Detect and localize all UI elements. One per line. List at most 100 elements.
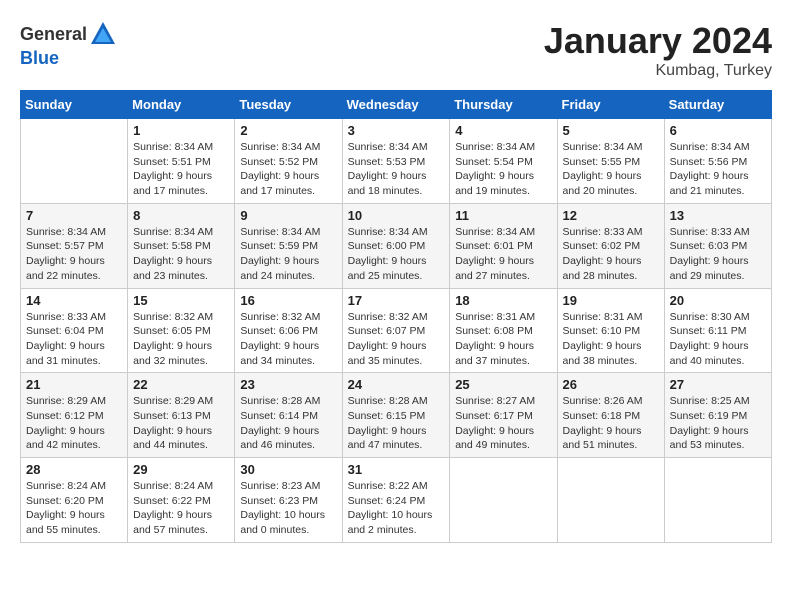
day-number: 18	[455, 293, 551, 308]
calendar-cell: 3 Sunrise: 8:34 AMSunset: 5:53 PMDaylight…	[342, 119, 450, 204]
cell-info: Sunrise: 8:29 AMSunset: 6:12 PMDaylight:…	[26, 394, 122, 453]
calendar-cell: 18 Sunrise: 8:31 AMSunset: 6:08 PMDayligh…	[450, 288, 557, 373]
cell-info: Sunrise: 8:31 AMSunset: 6:10 PMDaylight:…	[563, 310, 659, 369]
cell-info: Sunrise: 8:33 AMSunset: 6:03 PMDaylight:…	[670, 225, 766, 284]
day-number: 28	[26, 462, 122, 477]
day-number: 31	[348, 462, 445, 477]
cell-info: Sunrise: 8:34 AMSunset: 6:00 PMDaylight:…	[348, 225, 445, 284]
day-number: 7	[26, 208, 122, 223]
calendar-cell: 28 Sunrise: 8:24 AMSunset: 6:20 PMDayligh…	[21, 458, 128, 543]
day-number: 8	[133, 208, 229, 223]
day-number: 30	[240, 462, 336, 477]
calendar-cell: 15 Sunrise: 8:32 AMSunset: 6:05 PMDayligh…	[128, 288, 235, 373]
cell-info: Sunrise: 8:34 AMSunset: 5:54 PMDaylight:…	[455, 140, 551, 199]
day-number: 17	[348, 293, 445, 308]
cell-info: Sunrise: 8:33 AMSunset: 6:02 PMDaylight:…	[563, 225, 659, 284]
cell-info: Sunrise: 8:34 AMSunset: 5:58 PMDaylight:…	[133, 225, 229, 284]
weekday-header: Monday	[128, 91, 235, 119]
calendar-cell: 30 Sunrise: 8:23 AMSunset: 6:23 PMDayligh…	[235, 458, 342, 543]
cell-info: Sunrise: 8:34 AMSunset: 5:57 PMDaylight:…	[26, 225, 122, 284]
calendar-cell: 12 Sunrise: 8:33 AMSunset: 6:02 PMDayligh…	[557, 203, 664, 288]
cell-info: Sunrise: 8:31 AMSunset: 6:08 PMDaylight:…	[455, 310, 551, 369]
calendar-cell: 6 Sunrise: 8:34 AMSunset: 5:56 PMDaylight…	[664, 119, 771, 204]
calendar-header-row: SundayMondayTuesdayWednesdayThursdayFrid…	[21, 91, 772, 119]
day-number: 25	[455, 377, 551, 392]
day-number: 21	[26, 377, 122, 392]
day-number: 26	[563, 377, 659, 392]
logo-icon	[89, 20, 117, 48]
calendar-cell: 31 Sunrise: 8:22 AMSunset: 6:24 PMDayligh…	[342, 458, 450, 543]
cell-info: Sunrise: 8:34 AMSunset: 6:01 PMDaylight:…	[455, 225, 551, 284]
cell-info: Sunrise: 8:24 AMSunset: 6:20 PMDaylight:…	[26, 479, 122, 538]
page-header: General Blue January 2024 Kumbag, Turkey	[20, 20, 772, 80]
calendar-week-row: 1Sunrise: 8:34 AMSunset: 5:51 PMDaylight…	[21, 119, 772, 204]
calendar-week-row: 7 Sunrise: 8:34 AMSunset: 5:57 PMDaylight…	[21, 203, 772, 288]
calendar-cell: 27 Sunrise: 8:25 AMSunset: 6:19 PMDayligh…	[664, 373, 771, 458]
calendar-cell: 16Sunrise: 8:32 AMSunset: 6:06 PMDayligh…	[235, 288, 342, 373]
day-number: 15	[133, 293, 229, 308]
day-number: 4	[455, 123, 551, 138]
cell-info: Sunrise: 8:26 AMSunset: 6:18 PMDaylight:…	[563, 394, 659, 453]
cell-info: Sunrise: 8:34 AMSunset: 5:53 PMDaylight:…	[348, 140, 445, 199]
calendar-cell: 19Sunrise: 8:31 AMSunset: 6:10 PMDayligh…	[557, 288, 664, 373]
day-number: 6	[670, 123, 766, 138]
weekday-header: Thursday	[450, 91, 557, 119]
calendar-cell	[450, 458, 557, 543]
cell-info: Sunrise: 8:24 AMSunset: 6:22 PMDaylight:…	[133, 479, 229, 538]
calendar-cell: 7 Sunrise: 8:34 AMSunset: 5:57 PMDaylight…	[21, 203, 128, 288]
day-number: 5	[563, 123, 659, 138]
calendar-week-row: 14 Sunrise: 8:33 AMSunset: 6:04 PMDayligh…	[21, 288, 772, 373]
cell-info: Sunrise: 8:32 AMSunset: 6:07 PMDaylight:…	[348, 310, 445, 369]
cell-info: Sunrise: 8:27 AMSunset: 6:17 PMDaylight:…	[455, 394, 551, 453]
day-number: 13	[670, 208, 766, 223]
logo-general-text: General	[20, 24, 87, 45]
day-number: 24	[348, 377, 445, 392]
cell-info: Sunrise: 8:33 AMSunset: 6:04 PMDaylight:…	[26, 310, 122, 369]
day-number: 10	[348, 208, 445, 223]
cell-info: Sunrise: 8:23 AMSunset: 6:23 PMDaylight:…	[240, 479, 336, 538]
calendar-cell: 17 Sunrise: 8:32 AMSunset: 6:07 PMDayligh…	[342, 288, 450, 373]
day-number: 9	[240, 208, 336, 223]
cell-info: Sunrise: 8:29 AMSunset: 6:13 PMDaylight:…	[133, 394, 229, 453]
day-number: 11	[455, 208, 551, 223]
month-title: January 2024	[544, 20, 772, 62]
weekday-header: Sunday	[21, 91, 128, 119]
cell-info: Sunrise: 8:25 AMSunset: 6:19 PMDaylight:…	[670, 394, 766, 453]
calendar-cell: 23 Sunrise: 8:28 AMSunset: 6:14 PMDayligh…	[235, 373, 342, 458]
calendar-cell: 29 Sunrise: 8:24 AMSunset: 6:22 PMDayligh…	[128, 458, 235, 543]
day-number: 12	[563, 208, 659, 223]
day-number: 27	[670, 377, 766, 392]
calendar-cell: 25 Sunrise: 8:27 AMSunset: 6:17 PMDayligh…	[450, 373, 557, 458]
day-number: 22	[133, 377, 229, 392]
calendar-table: SundayMondayTuesdayWednesdayThursdayFrid…	[20, 90, 772, 543]
cell-info: Sunrise: 8:30 AMSunset: 6:11 PMDaylight:…	[670, 310, 766, 369]
cell-info: Sunrise: 8:34 AMSunset: 5:52 PMDaylight:…	[240, 140, 336, 199]
calendar-cell: 5Sunrise: 8:34 AMSunset: 5:55 PMDaylight…	[557, 119, 664, 204]
calendar-cell: 10 Sunrise: 8:34 AMSunset: 6:00 PMDayligh…	[342, 203, 450, 288]
calendar-cell: 22 Sunrise: 8:29 AMSunset: 6:13 PMDayligh…	[128, 373, 235, 458]
weekday-header: Saturday	[664, 91, 771, 119]
calendar-cell: 20 Sunrise: 8:30 AMSunset: 6:11 PMDayligh…	[664, 288, 771, 373]
cell-info: Sunrise: 8:28 AMSunset: 6:14 PMDaylight:…	[240, 394, 336, 453]
day-number: 23	[240, 377, 336, 392]
cell-info: Sunrise: 8:34 AMSunset: 5:59 PMDaylight:…	[240, 225, 336, 284]
calendar-cell	[21, 119, 128, 204]
day-number: 20	[670, 293, 766, 308]
cell-info: Sunrise: 8:32 AMSunset: 6:06 PMDaylight:…	[240, 310, 336, 369]
day-number: 2	[240, 123, 336, 138]
cell-info: Sunrise: 8:34 AMSunset: 5:51 PMDaylight:…	[133, 140, 229, 199]
logo: General Blue	[20, 20, 117, 69]
weekday-header: Tuesday	[235, 91, 342, 119]
calendar-cell: 9 Sunrise: 8:34 AMSunset: 5:59 PMDaylight…	[235, 203, 342, 288]
cell-info: Sunrise: 8:34 AMSunset: 5:56 PMDaylight:…	[670, 140, 766, 199]
calendar-week-row: 28 Sunrise: 8:24 AMSunset: 6:20 PMDayligh…	[21, 458, 772, 543]
cell-info: Sunrise: 8:32 AMSunset: 6:05 PMDaylight:…	[133, 310, 229, 369]
calendar-cell: 21 Sunrise: 8:29 AMSunset: 6:12 PMDayligh…	[21, 373, 128, 458]
calendar-cell: 13 Sunrise: 8:33 AMSunset: 6:03 PMDayligh…	[664, 203, 771, 288]
day-number: 14	[26, 293, 122, 308]
day-number: 29	[133, 462, 229, 477]
cell-info: Sunrise: 8:22 AMSunset: 6:24 PMDaylight:…	[348, 479, 445, 538]
calendar-cell: 26 Sunrise: 8:26 AMSunset: 6:18 PMDayligh…	[557, 373, 664, 458]
day-number: 3	[348, 123, 445, 138]
location: Kumbag, Turkey	[544, 62, 772, 80]
